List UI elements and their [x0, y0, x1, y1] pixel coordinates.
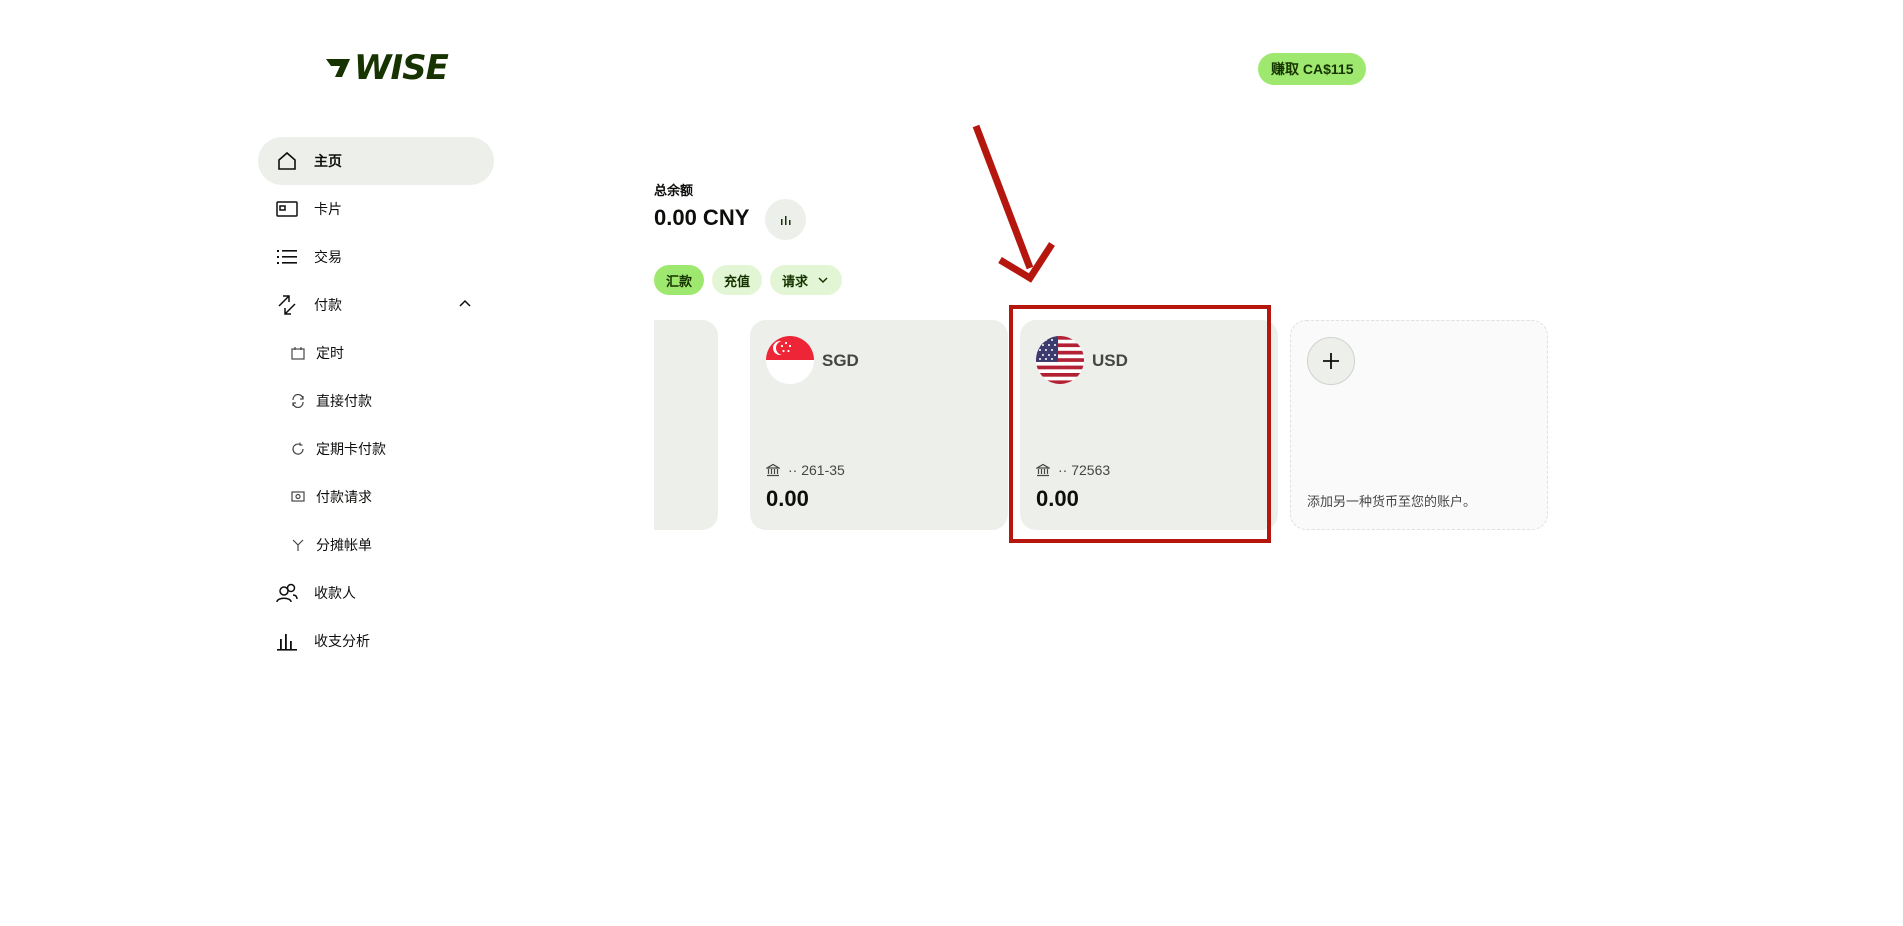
request-button-label: 请求 — [782, 273, 809, 289]
sidebar-subitem-direct-debit[interactable]: 直接付款 — [258, 377, 494, 425]
currency-code: SGD — [822, 351, 859, 370]
add-money-button[interactable]: 充值 — [712, 265, 763, 295]
currency-cards-carousel[interactable]: SGD ·· 261-35 0.00 USD ·· 72563 0.00 添加另… — [654, 320, 1554, 532]
calendar-icon — [290, 345, 306, 361]
bar-chart-icon — [780, 215, 790, 225]
account-number: ·· 72563 — [1058, 462, 1111, 478]
currency-card[interactable] — [654, 320, 718, 530]
sidebar-subitem-split-bill[interactable]: 分摊帐单 — [258, 521, 494, 569]
currency-balance: 0.00 — [766, 486, 809, 511]
add-currency-button[interactable] — [1307, 337, 1355, 385]
currency-card-sgd[interactable]: SGD ·· 261-35 0.00 — [750, 320, 1008, 530]
refresh-icon — [290, 393, 306, 409]
payments-icon — [276, 294, 298, 316]
sidebar-subitem-payment-requests[interactable]: 付款请求 — [258, 473, 494, 521]
repeat-icon — [290, 441, 306, 457]
sidebar-subitem-label: 付款请求 — [316, 489, 372, 505]
sidebar-item-label: 主页 — [314, 153, 342, 169]
sg-flag-icon — [766, 336, 814, 384]
home-icon — [276, 150, 298, 172]
account-details: ·· 261-35 — [766, 462, 845, 478]
account-number: ·· 261-35 — [788, 462, 845, 478]
list-icon — [276, 246, 298, 268]
earn-referral-button[interactable]: 赚取 CA$115 — [1258, 53, 1367, 85]
card-icon — [276, 198, 298, 220]
wise-logo[interactable]: WISE — [322, 48, 449, 88]
currency-balance: 0.00 — [1036, 486, 1079, 511]
add-currency-card[interactable]: 添加另一种货币至您的账户。 — [1290, 320, 1548, 530]
chevron-down-icon — [818, 277, 828, 284]
bank-icon — [766, 463, 780, 477]
sidebar-item-payments[interactable]: 付款 — [258, 281, 494, 329]
plus-icon — [1323, 353, 1339, 369]
action-buttons: 汇款 充值 请求 — [654, 265, 843, 295]
currency-code: USD — [1092, 351, 1128, 370]
sidebar-subitem-label: 分摊帐单 — [316, 537, 372, 553]
sidebar-item-label: 收款人 — [314, 585, 356, 601]
sidebar-subitem-scheduled[interactable]: 定时 — [258, 329, 494, 377]
bank-icon — [1036, 463, 1050, 477]
recipients-icon — [276, 582, 298, 604]
sidebar-item-home[interactable]: 主页 — [258, 137, 494, 185]
sidebar-subitem-recurring-card[interactable]: 定期卡付款 — [258, 425, 494, 473]
request-icon — [290, 489, 306, 505]
sidebar-item-label: 收支分析 — [314, 633, 370, 649]
request-button[interactable]: 请求 — [770, 265, 843, 295]
balance-insights-button[interactable] — [765, 199, 806, 240]
sidebar-item-label: 付款 — [314, 297, 342, 313]
sidebar-item-label: 卡片 — [314, 201, 342, 217]
us-flag-icon — [1036, 336, 1084, 384]
annotation-arrow-icon — [972, 124, 1055, 283]
wise-flag-icon — [326, 59, 350, 77]
logo-text: WISE — [354, 48, 449, 88]
sidebar-item-insights[interactable]: 收支分析 — [258, 617, 494, 665]
account-details: ·· 72563 — [1036, 462, 1110, 478]
sidebar-subitem-label: 直接付款 — [316, 393, 372, 409]
total-balance-value: 0.00 CNY — [654, 205, 750, 230]
add-currency-text: 添加另一种货币至您的账户。 — [1307, 494, 1477, 509]
sidebar-item-cards[interactable]: 卡片 — [258, 185, 494, 233]
sidebar-subitem-label: 定时 — [316, 345, 344, 361]
split-icon — [290, 537, 306, 553]
chevron-up-icon[interactable] — [456, 295, 474, 313]
send-button[interactable]: 汇款 — [654, 265, 705, 295]
currency-card-usd[interactable]: USD ·· 72563 0.00 — [1020, 320, 1278, 530]
sidebar-item-recipients[interactable]: 收款人 — [258, 569, 494, 617]
total-balance-label: 总余额 — [654, 183, 694, 198]
sidebar-nav: 主页 卡片 交易 付款 定时 直接付款 定期卡付款 付款请求 分摊帐单 收款人 … — [258, 137, 494, 665]
sidebar-item-label: 交易 — [314, 249, 342, 265]
sidebar-item-transactions[interactable]: 交易 — [258, 233, 494, 281]
bar-chart-icon — [276, 630, 298, 652]
sidebar-subitem-label: 定期卡付款 — [316, 441, 386, 457]
